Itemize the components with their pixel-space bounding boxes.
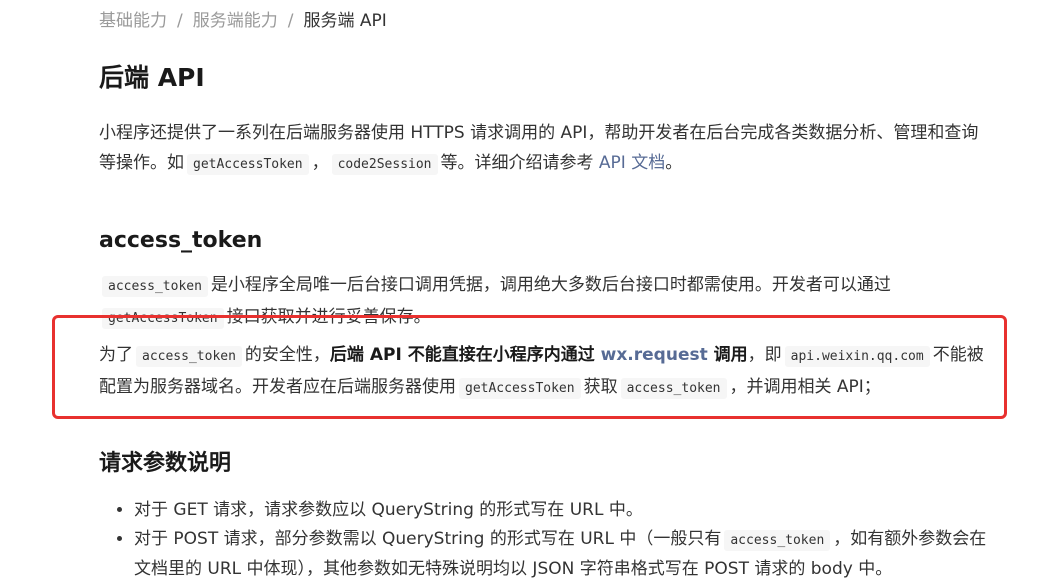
inline-code: access_token (724, 530, 831, 551)
section-heading-request-params: 请求参数说明 (99, 451, 232, 476)
list-item: 对于 GET 请求，请求参数应以 QueryString 的形式写在 URL 中… (134, 496, 994, 525)
list-item-text: 对于 POST 请求，部分参数需以 QueryString 的形式写在 URL … (134, 529, 722, 549)
breadcrumb-separator: / (287, 11, 294, 31)
breadcrumb-item-basic[interactable]: 基础能力 (99, 11, 167, 31)
section-heading-access-token: access_token (99, 228, 263, 253)
inline-code: getAccessToken (187, 154, 309, 175)
intro-paragraph: 小程序还提供了一系列在后端服务器使用 HTTPS 请求调用的 API，帮助开发者… (99, 118, 994, 180)
list-item: 对于 POST 请求，部分参数需以 QueryString 的形式写在 URL … (134, 525, 994, 584)
breadcrumb-current: 服务端 API (303, 11, 387, 31)
breadcrumb-separator: / (177, 11, 183, 31)
page-title: 后端 API (99, 63, 205, 92)
breadcrumb-item-server[interactable]: 服务端能力 (193, 11, 278, 31)
api-docs-link[interactable]: API 文档 (599, 153, 665, 173)
inline-code: access_token (102, 276, 208, 297)
breadcrumb: 基础能力 / 服务端能力 / 服务端 API (99, 9, 387, 33)
params-list: 对于 GET 请求，请求参数应以 QueryString 的形式写在 URL 中… (99, 496, 994, 584)
intro-end: 。 (665, 153, 683, 173)
red-highlight-box (52, 315, 1007, 419)
intro-separator: ， (311, 153, 329, 173)
intro-text: 等。详细介绍请参考 (440, 153, 594, 173)
paragraph-text: 是小程序全局唯一后台接口调用凭据，调用绝大多数后台接口时都需使用。开发者可以通过 (210, 275, 891, 295)
inline-code: code2Session (331, 154, 438, 175)
